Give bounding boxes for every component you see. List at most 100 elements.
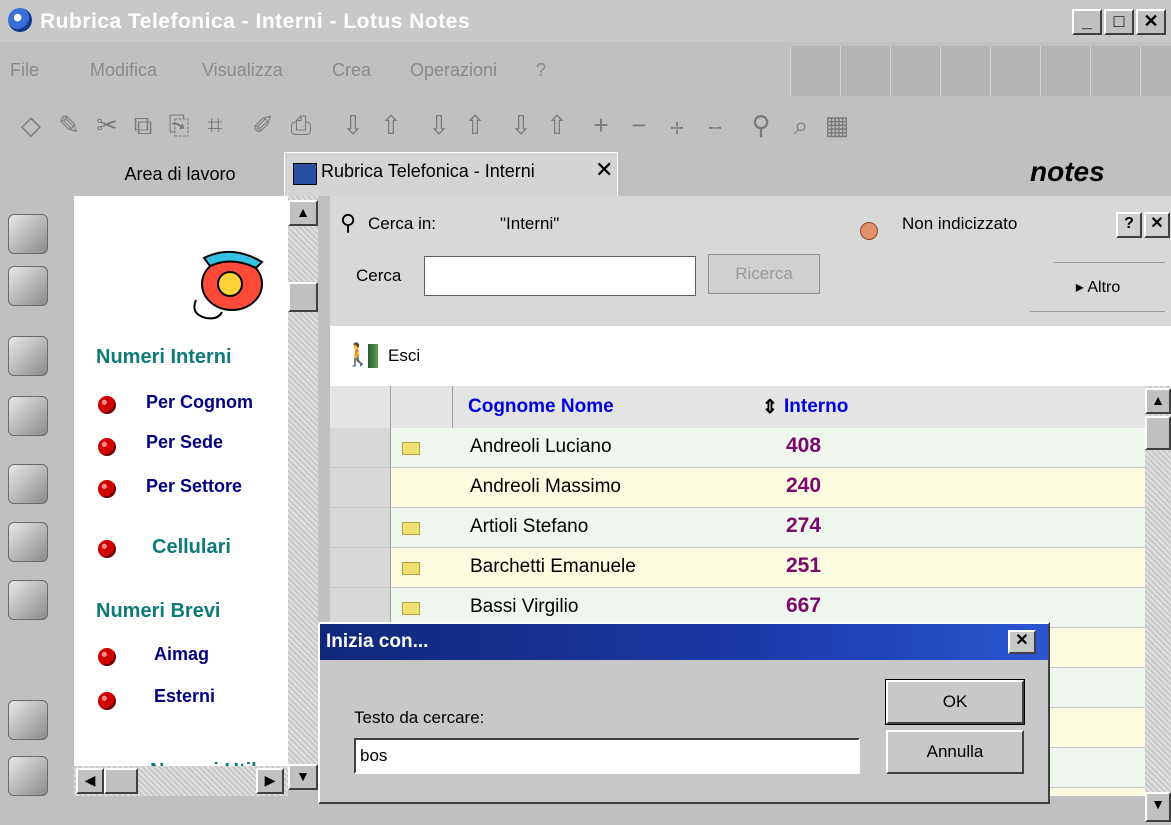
close-button[interactable]: ✕ [1136, 9, 1166, 35]
expand-icon[interactable]: + [584, 108, 618, 142]
hscroll-thumb[interactable] [104, 768, 138, 794]
scroll-up-icon[interactable]: ▲ [1145, 388, 1171, 414]
table-row[interactable]: Andreoli Luciano 408 [330, 428, 1145, 468]
scroll-thumb[interactable] [288, 282, 318, 312]
table-row[interactable]: Artioli Stefano 274 [330, 508, 1145, 548]
databases-bookmark-icon[interactable] [8, 464, 48, 504]
column-header-cognome-nome[interactable]: Cognome Nome [468, 396, 614, 418]
edit-icon[interactable]: ✎ [52, 108, 86, 142]
bullet-icon [98, 438, 116, 456]
move-down-icon[interactable]: ⇩ [336, 108, 370, 142]
favorites-bookmark-icon[interactable] [8, 580, 48, 620]
row-name: Andreoli Massimo [470, 476, 621, 497]
row-selection-margin[interactable] [330, 548, 391, 587]
tab-workspace[interactable]: Area di lavoro [90, 156, 270, 192]
smarticon-slot[interactable] [1140, 46, 1171, 96]
row-selection-margin[interactable] [330, 468, 391, 507]
previous-unread-icon[interactable]: ⇧ [540, 108, 574, 142]
navigate-icon[interactable]: ◇ [14, 108, 48, 142]
tab-close-icon[interactable]: ✕ [595, 157, 613, 183]
todo-bookmark-icon[interactable] [8, 266, 48, 306]
smarticon-slot[interactable] [1090, 46, 1141, 96]
nav-link-per-sede[interactable]: Per Sede [146, 432, 223, 453]
dialog-title: Inizia con... [326, 631, 429, 652]
row-selection-margin[interactable] [330, 428, 391, 467]
scroll-down-icon[interactable]: ▼ [288, 764, 318, 790]
cancel-button[interactable]: Annulla [886, 730, 1024, 774]
menu-file[interactable]: File [10, 60, 39, 81]
smarticon-slot[interactable] [1040, 46, 1091, 96]
column-divider [390, 386, 391, 428]
menu-operazioni[interactable]: Operazioni [410, 60, 497, 81]
smarticon-slot[interactable] [990, 46, 1041, 96]
minimize-button[interactable]: _ [1072, 9, 1102, 35]
menu-visualizza[interactable]: Visualizza [202, 60, 283, 81]
scroll-up-icon[interactable]: ▲ [288, 200, 318, 226]
next-icon[interactable]: ⇩ [422, 108, 456, 142]
mail-bookmark-icon[interactable] [8, 214, 48, 254]
row-extension: 667 [786, 594, 822, 617]
format-icon[interactable]: ⌗ [198, 108, 232, 142]
row-selection-margin[interactable] [330, 508, 391, 547]
exit-action[interactable]: Esci [388, 346, 420, 366]
next-unread-icon[interactable]: ⇩ [504, 108, 538, 142]
smarticon-slot[interactable] [790, 46, 841, 96]
ok-button[interactable]: OK [885, 679, 1025, 725]
row-name: Artioli Stefano [470, 516, 589, 537]
table-row[interactable]: Barchetti Emanuele 251 [330, 548, 1145, 588]
tab-rubrica-interni[interactable]: Rubrica Telefonica - Interni ✕ [284, 152, 618, 196]
telephone-icon [182, 242, 274, 322]
copy-icon[interactable]: ⧉ [126, 108, 160, 142]
properties-icon[interactable]: ▦ [820, 108, 854, 142]
scroll-thumb[interactable] [1145, 416, 1171, 450]
scroll-right-icon[interactable]: ▶ [256, 768, 284, 794]
print-icon[interactable]: ⎙ [284, 108, 318, 142]
nav-link-per-cognome[interactable]: Per Cognom [146, 392, 253, 413]
collapse-all-icon[interactable]: ⧿ [698, 108, 732, 142]
smarticon-slot[interactable] [940, 46, 991, 96]
sort-icon[interactable]: ⇕ [762, 396, 778, 419]
more-options-button[interactable]: ▸ Altro [1030, 262, 1165, 312]
search-button[interactable]: Ricerca [708, 254, 820, 294]
help-bookmark-icon[interactable] [8, 700, 48, 740]
table-row[interactable]: Andreoli Massimo 240 [330, 468, 1145, 508]
scroll-left-icon[interactable]: ◀ [76, 768, 104, 794]
replicator-bookmark-icon[interactable] [8, 756, 48, 796]
search-help-button[interactable]: ? [1116, 212, 1142, 238]
column-header-interno[interactable]: Interno [784, 396, 848, 418]
attach-icon[interactable]: ✐ [246, 108, 280, 142]
nav-link-esterni[interactable]: Esterni [154, 686, 215, 707]
expand-all-icon[interactable]: ⧾ [660, 108, 694, 142]
menu-crea[interactable]: Crea [332, 60, 371, 81]
calendar-bookmark-icon[interactable] [8, 396, 48, 436]
dialog-field-label: Testo da cercare: [354, 708, 485, 727]
find-icon[interactable]: ⌕ [784, 108, 818, 142]
search-input[interactable] [424, 256, 696, 296]
address-book-bookmark-icon[interactable] [8, 336, 48, 376]
cut-icon[interactable]: ✂ [90, 108, 124, 142]
menu-help[interactable]: ? [536, 60, 546, 81]
previous-icon[interactable]: ⇧ [458, 108, 492, 142]
nav-link-cellulari[interactable]: Cellulari [152, 536, 231, 559]
move-top-icon[interactable]: ⇧ [374, 108, 408, 142]
document-icon [402, 522, 420, 535]
smarticon-slot[interactable] [840, 46, 891, 96]
bullet-icon [98, 648, 116, 666]
scroll-down-icon[interactable]: ▼ [1145, 792, 1171, 822]
link-icon[interactable]: ⚲ [744, 108, 778, 142]
dialog-close-button[interactable]: ✕ [1008, 630, 1036, 654]
maximize-button[interactable]: □ [1104, 9, 1134, 35]
nav-link-per-settore[interactable]: Per Settore [146, 476, 242, 497]
row-extension: 251 [786, 554, 822, 577]
row-extension: 274 [786, 514, 822, 537]
collapse-icon[interactable]: − [622, 108, 656, 142]
search-scope-value: "Interni" [500, 214, 560, 233]
search-close-button[interactable]: ✕ [1144, 212, 1170, 238]
smarticon-slot[interactable] [890, 46, 941, 96]
nav-link-aimag[interactable]: Aimag [154, 644, 209, 665]
menu-modifica[interactable]: Modifica [90, 60, 157, 81]
search-text-input[interactable] [354, 738, 860, 774]
bullet-icon [98, 396, 116, 414]
paste-icon[interactable]: ⎘ [162, 108, 196, 142]
web-bookmark-icon[interactable] [8, 522, 48, 562]
